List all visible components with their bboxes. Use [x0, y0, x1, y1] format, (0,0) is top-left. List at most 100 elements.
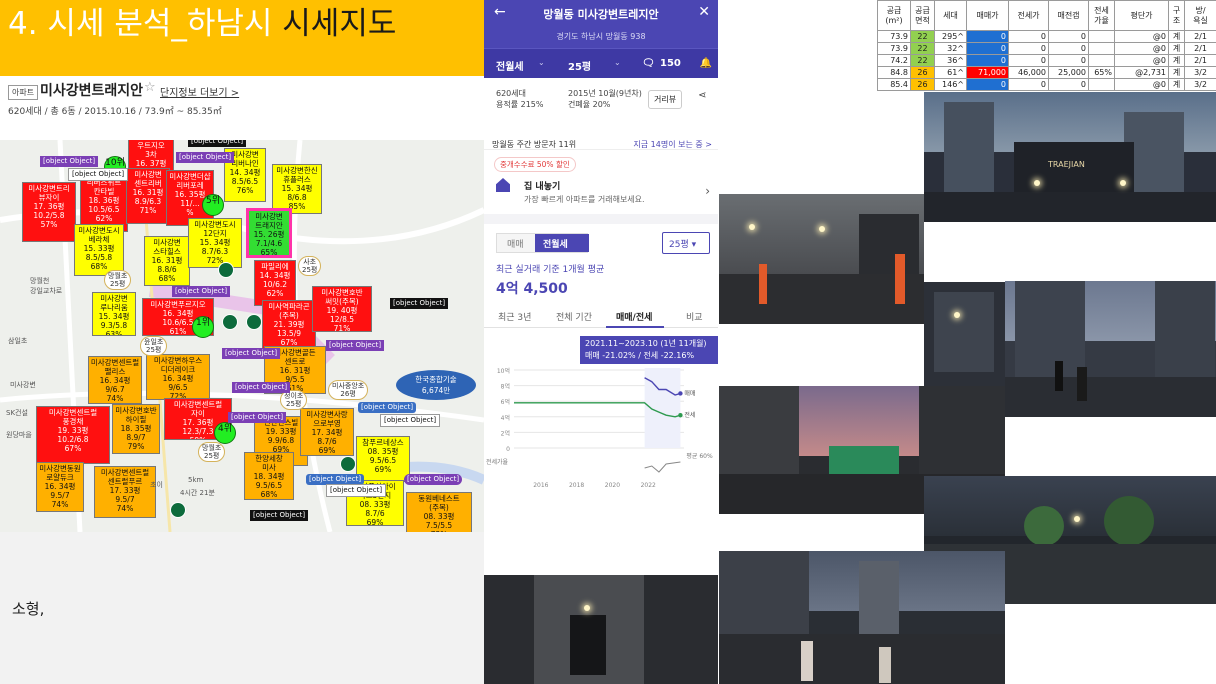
apartment-price-label[interactable]: 미사강변센트럴 센트럴푸르 17. 33평 9.5/7 74% [94, 466, 156, 518]
chevron-down-icon: ⌄ [614, 58, 621, 67]
apartment-price-label[interactable]: 미사강변동원 로얄듀크 16. 34평 9.5/7 74% [36, 462, 84, 512]
academy-tag: [object Object] [228, 412, 287, 423]
place-label: 망월천 [30, 277, 50, 285]
place-label: SK건설 [6, 409, 28, 417]
district-tag: [object Object] [188, 140, 247, 147]
apartment-price-label[interactable]: 미사강변호반 하이필 18. 35평 8.9/7 79% [112, 404, 160, 454]
seg-rent[interactable]: 전월세 [535, 234, 589, 252]
street-view-button[interactable]: 거리뷰 [648, 90, 683, 109]
photo-people-street [1005, 281, 1216, 417]
table-cell: @0 [1114, 54, 1169, 67]
filter-type[interactable]: 전월세 [496, 58, 524, 73]
apartment-price-label[interactable]: 미사강변호반 써밋(주복) 19. 40평 12/8.5 71% [312, 286, 372, 332]
chart-xtick-label: 2020 [605, 482, 620, 489]
photo-sign-text: TRAEJIAN [1048, 160, 1085, 169]
table-cell [1088, 78, 1115, 91]
table-cell: 계 [1168, 78, 1185, 91]
starbucks-icon [246, 314, 262, 330]
complex-info: 620세대 용적률 215% 2015년 10월(9년차) 건폐율 20% 거리뷰 … [484, 78, 718, 124]
tab-3y[interactable]: 최근 3년 [498, 310, 531, 323]
academy-tag: [object Object] [232, 382, 291, 393]
filter-size[interactable]: 25평 [568, 58, 591, 73]
apartment-price-label[interactable]: 미사강변도시 베라체 15. 33평 8.5/5.8 68% [74, 224, 124, 276]
apartment-price-label[interactable]: 미사강변 센트리버 16. 31평 8.9/6.3 71% [126, 168, 170, 224]
table-cell: 46,000 [1008, 66, 1049, 79]
school-pill: 미사중앙초 26평 [328, 380, 369, 400]
apartment-price-label[interactable]: 미사강변트리 뷰자이 17. 36평 10.2/5.8 57% [22, 182, 76, 242]
apartment-price-label[interactable]: 한양세창 미사 18. 34평 9.5/6.5 68% [244, 452, 294, 500]
table-cell: 계 [1168, 66, 1185, 79]
table-row: 73.9 22 295^ 0 0 0 @0 계 2/1 [877, 30, 1216, 43]
built-year: 2015년 10월(9년차) 건폐율 20% [568, 89, 642, 109]
school-pill: 망월초 25평 [198, 442, 226, 462]
title-rest: 시세지도 [282, 6, 397, 42]
apartment-price-label[interactable]: 미사강변센트럴 팰리스 16. 34평 9/6.7 74% [88, 356, 142, 404]
bell-icon[interactable]: 🔔 [700, 58, 712, 69]
table-cell [1088, 54, 1115, 67]
apartment-price-label[interactable]: 참푸르네상스 08. 35평 9.5/6.5 69% [356, 436, 410, 482]
visit-rank: 망월동 주간 방문자 11위 [492, 140, 577, 149]
school-pill: 사초 25평 [298, 256, 322, 276]
tab-all[interactable]: 전체 기간 [556, 310, 592, 323]
tab-indicator [606, 326, 664, 328]
tooltip-period: 2021.11~2023.10 (1년 11개월) [585, 339, 707, 348]
size-select[interactable]: 25평 ▾ [662, 232, 710, 254]
table-header-cell: 공급 (m²) [877, 0, 911, 31]
table-header-cell: 매전갭 [1048, 0, 1089, 31]
app-header: ← 망월동 미사강변트레지안 ✕ 경기도 하남시 망월동 938 전월세 ⌄ 2… [484, 0, 718, 78]
tab-compare[interactable]: 비교 [686, 310, 703, 323]
table-cell: 73.9 [877, 42, 911, 55]
apartment-price-label[interactable]: 미사강변 루나리움 15. 34평 9.3/5.8 63% [92, 292, 136, 336]
visit-row: 망월동 주간 방문자 11위 지금 14명이 보는 중 > [484, 130, 718, 150]
table-row: 73.9 22 32^ 0 0 0 @0 계 2/1 [877, 42, 1216, 55]
more-info-link[interactable]: 단지정보 더보기 > [160, 84, 239, 99]
school-pill: 윤일초 25평 [140, 336, 168, 356]
table-header-cell: 전세 가율 [1088, 0, 1115, 31]
apartment-price-label[interactable]: 미사강변센트럴 풍경채 19. 33평 10.2/6.8 67% [36, 406, 110, 464]
comment-icon[interactable]: 🗨 [642, 58, 655, 69]
price-table-grid: 공급 (m²) 공급 면적 세대 매매가 전세가 매전갭 전세 가율 평단가 구조 방/ 욕실 7… [877, 0, 1216, 91]
close-icon[interactable]: ✕ [698, 4, 710, 20]
chevron-down-icon: ⌄ [538, 58, 545, 67]
apartment-price-label[interactable]: 동원베네스트 (주복) 08. 33평 7.5/5.5 73% [406, 492, 472, 532]
apartment-price-label[interactable]: 미사강변사랑 으로부영 17. 34평 8.7/6 69% [300, 408, 354, 456]
chart-ytick-label: 4억 [501, 414, 510, 422]
apartment-price-label[interactable]: 미사강변하우스 디더레이크 16. 34평 9/6.5 72% [146, 354, 210, 400]
share-icon[interactable]: ⋖ [698, 90, 706, 101]
chart-lower-label: 전세가율 [486, 458, 509, 466]
table-row: 84.8 26 61^ 71,000 46,000 25,000 65% @2,731 계 3/2 [877, 66, 1216, 79]
households: 620세대 용적률 215% [496, 89, 544, 109]
school-pill: 정이초 25평 [280, 390, 308, 410]
table-header-cell: 매매가 [966, 0, 1009, 31]
sell-home-card[interactable]: 집 내놓기 가장 빠르게 아파트를 거래해보세요. › [484, 172, 718, 212]
apartment-name: 미사강변트래지안 [40, 83, 144, 99]
table-row: 85.4 26 146^ 0 0 0 @0 계 3/2 [877, 78, 1216, 91]
table-cell: 0 [1008, 42, 1049, 55]
star-icon[interactable]: ☆ [144, 80, 156, 95]
table-cell: 22 [910, 54, 935, 67]
apartment-price-label[interactable]: 미사강변 스타힐스 16. 31평 8.8/6 68% [144, 236, 190, 286]
chart-xtick-label: 2022 [641, 482, 656, 489]
apartment-tag: 아파트 [8, 85, 39, 100]
chart-point [678, 391, 683, 396]
apartment-price-label[interactable]: 미사강변 트래지안 15. 26평 7.1/4.6 65% [246, 208, 292, 258]
chart-lower-end-label: 평균 60% [686, 452, 713, 460]
place-label: 초이 [150, 481, 163, 489]
apartment-price-label[interactable]: 미사강변도시 12단지 15. 34평 8.7/6.3 72% [188, 218, 242, 268]
seg-sale[interactable]: 매매 [507, 237, 524, 250]
chart-end-label: 전세 [684, 411, 695, 419]
price-map[interactable]: 미사강변 우트지오 3차 16. 37평 10.8/6.8 63%미사강변트리 … [0, 140, 484, 532]
place-label: 미사강변 [10, 381, 36, 389]
comment-count[interactable]: 150 [660, 58, 681, 69]
school-rate-tag: [object Object] [380, 414, 441, 427]
tab-sale-rent[interactable]: 매매/전세 [616, 310, 652, 323]
table-cell: @0 [1114, 42, 1169, 55]
table-cell: 74.2 [877, 54, 911, 67]
apartment-price-label[interactable]: 미사강변한신 휴플러스 15. 34평 8/6.8 85% [272, 164, 322, 214]
visit-now-link[interactable]: 지금 14명이 보는 중 > [633, 139, 712, 150]
school-tag: [object Object] [40, 156, 99, 167]
listing-header: 아파트 미사강변트래지안 ☆ 단지정보 더보기 > 620세대 / 총 6동 /… [0, 76, 484, 140]
table-cell: 0 [966, 30, 1009, 43]
chart-point [678, 413, 683, 418]
table-cell: 2/1 [1184, 54, 1216, 67]
